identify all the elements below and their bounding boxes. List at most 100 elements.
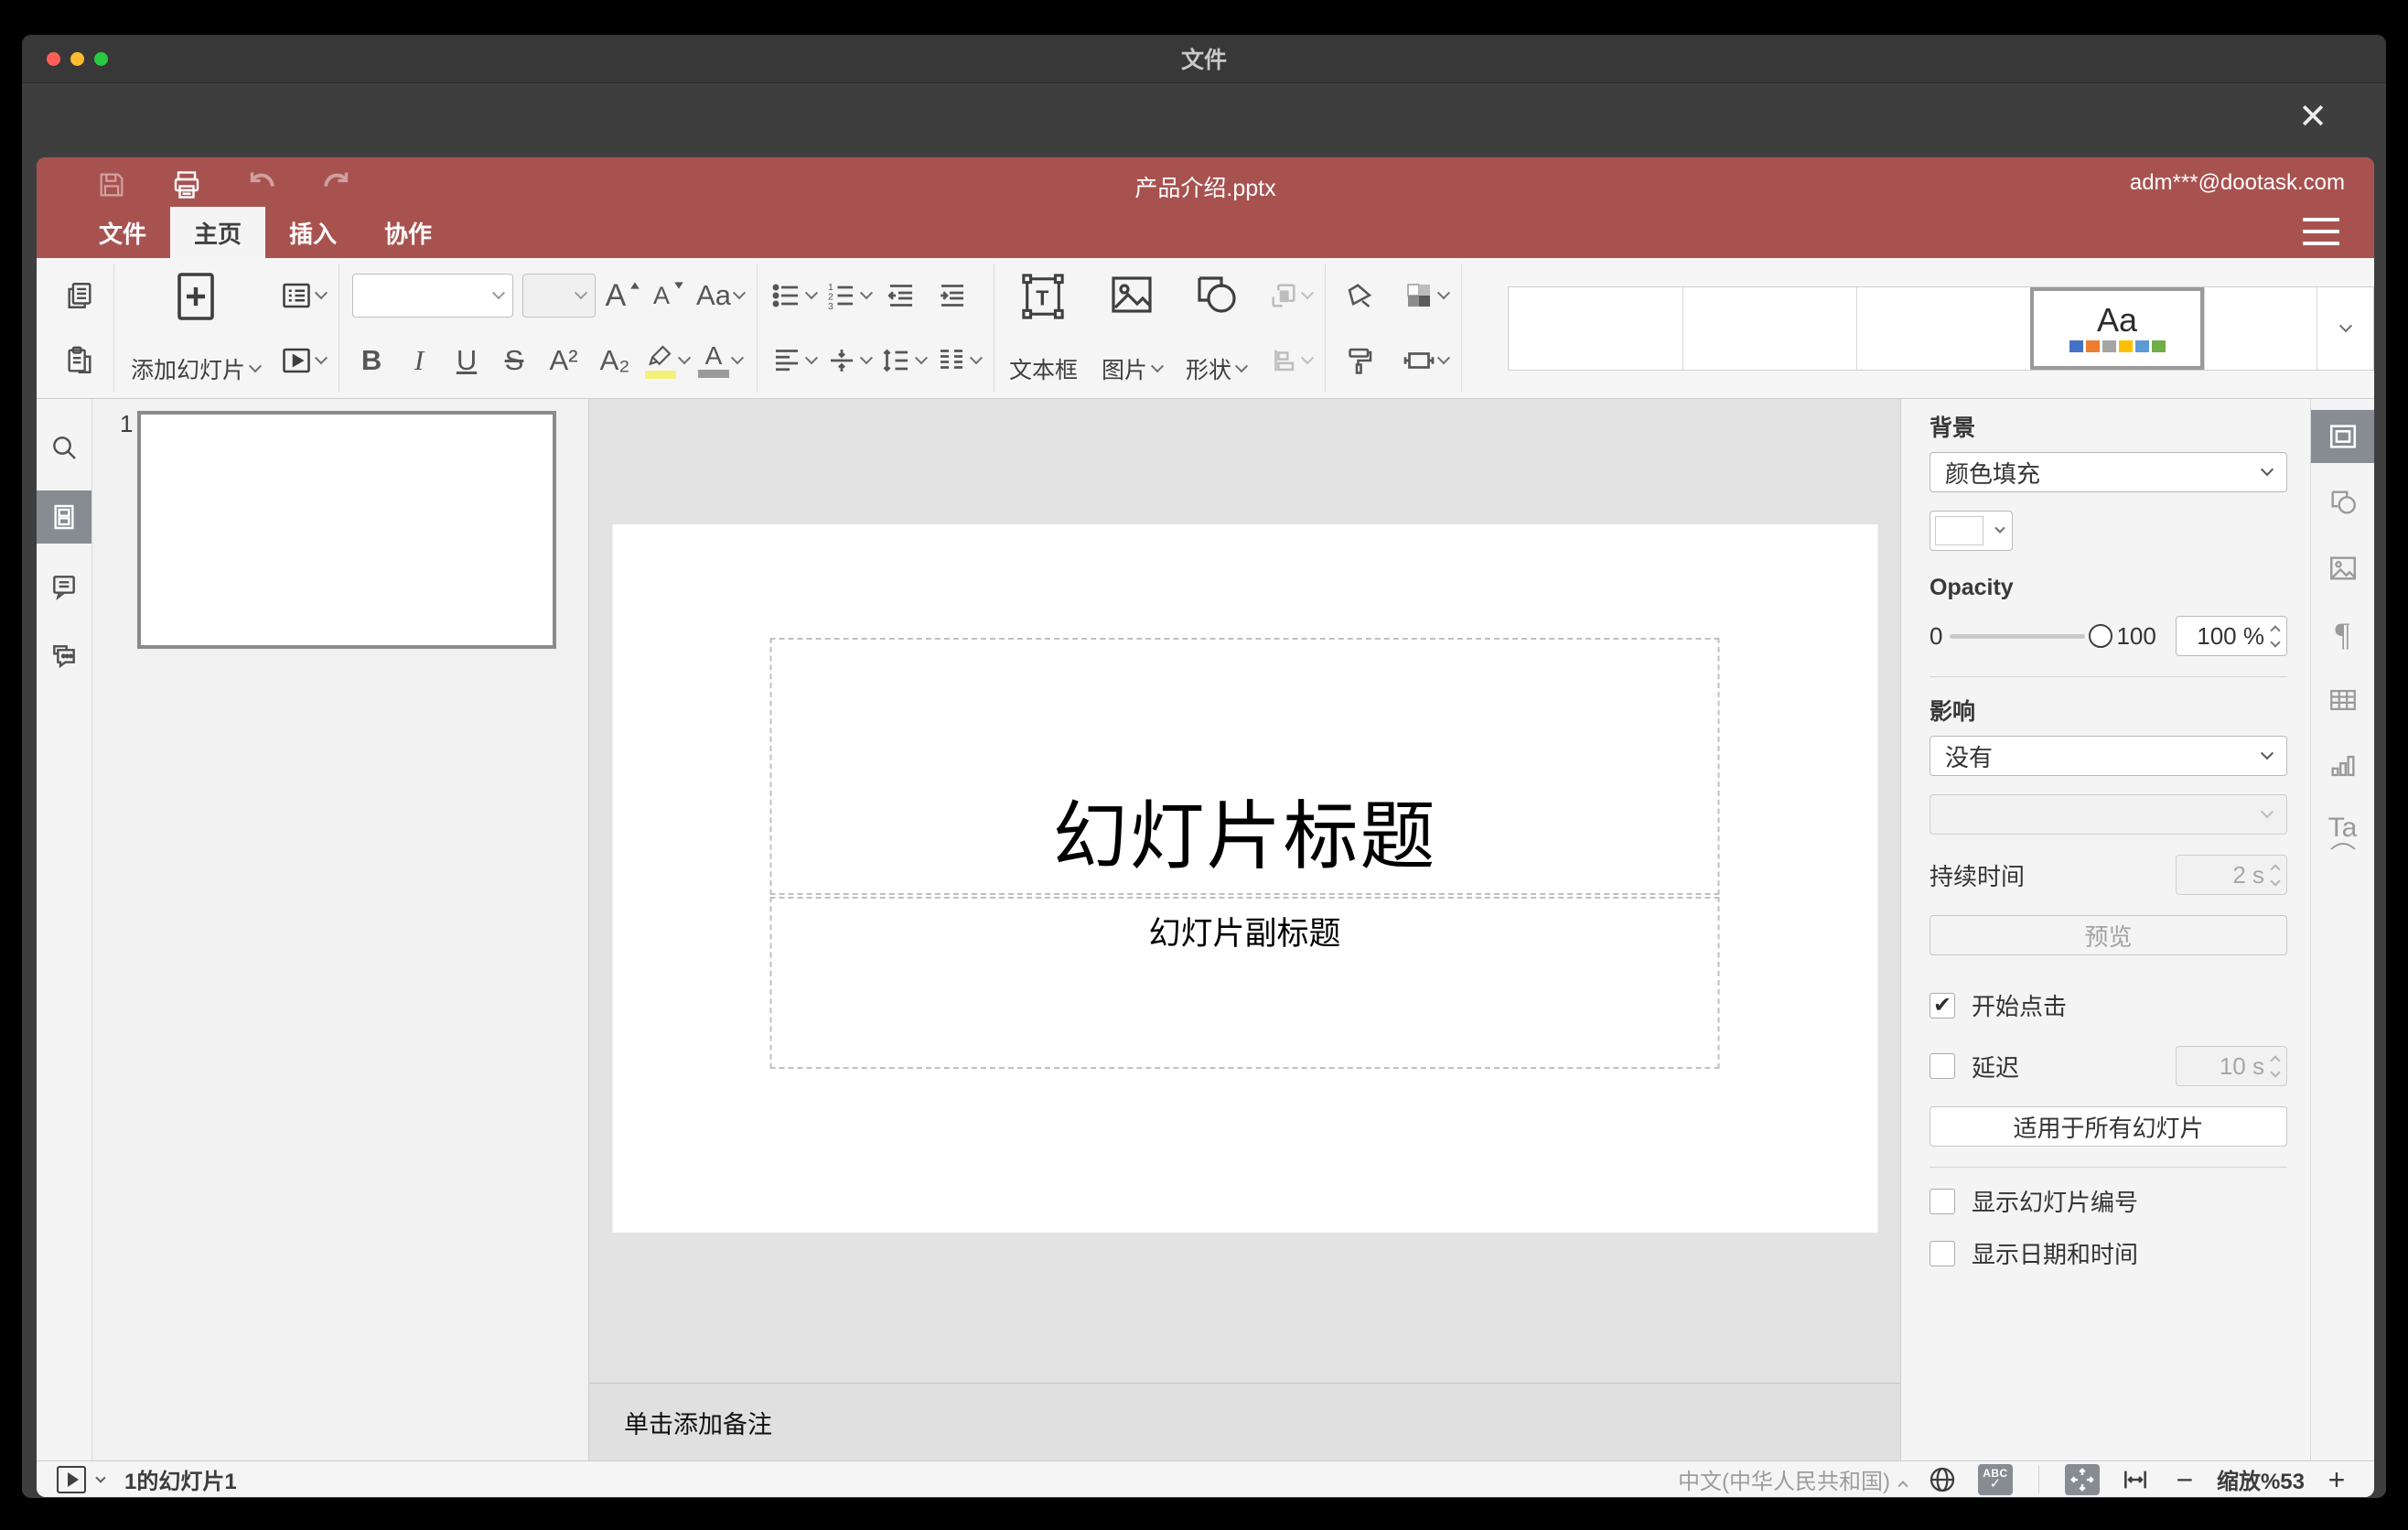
increase-font-icon[interactable]: A bbox=[605, 269, 641, 322]
preview-button[interactable]: 预览 bbox=[1930, 915, 2287, 955]
text-art-settings-tab[interactable]: Ta bbox=[2311, 805, 2374, 858]
spinner-arrows[interactable] bbox=[2270, 1054, 2281, 1078]
search-panel-button[interactable] bbox=[37, 421, 91, 474]
vertical-align-icon[interactable] bbox=[825, 334, 874, 387]
numbered-list-icon[interactable]: 123 bbox=[825, 269, 874, 322]
notes-area[interactable]: 单击添加备注 bbox=[589, 1383, 1900, 1460]
delay-checkbox[interactable] bbox=[1930, 1053, 1955, 1079]
font-color-icon[interactable]: A bbox=[698, 334, 745, 387]
copy-style-icon[interactable] bbox=[1338, 334, 1381, 387]
apply-to-all-slides-button[interactable]: 适用于所有幻灯片 bbox=[1930, 1106, 2287, 1147]
slide-size-icon[interactable] bbox=[1403, 334, 1451, 387]
chevron-down-icon[interactable] bbox=[95, 1471, 106, 1483]
zoom-out-icon[interactable]: − bbox=[2171, 1465, 2198, 1494]
theme-option-blank-2[interactable] bbox=[1682, 286, 1856, 370]
arrange-shape-icon[interactable] bbox=[1268, 269, 1315, 322]
fill-color-dropdown[interactable] bbox=[1988, 512, 2012, 550]
start-slideshow-button[interactable] bbox=[280, 334, 328, 387]
slide[interactable]: 幻灯片标题 幻灯片副标题 bbox=[612, 524, 1877, 1233]
chevron-down-icon bbox=[969, 351, 984, 365]
tab-home[interactable]: 主页 bbox=[170, 207, 266, 258]
decrease-font-icon[interactable]: A bbox=[650, 269, 687, 322]
slides-panel-button[interactable] bbox=[37, 490, 91, 544]
divider bbox=[2037, 1465, 2039, 1493]
horizontal-align-icon[interactable] bbox=[770, 334, 819, 387]
theme-option-blank-3[interactable] bbox=[1856, 286, 2030, 370]
bold-icon[interactable]: B bbox=[352, 334, 391, 387]
subtitle-placeholder[interactable]: 幻灯片副标题 bbox=[769, 897, 1720, 1069]
add-slide-button[interactable]: 添加幻灯片 bbox=[127, 269, 263, 387]
title-placeholder[interactable]: 幻灯片标题 bbox=[769, 638, 1720, 895]
delay-input[interactable]: 10 s bbox=[2176, 1046, 2287, 1086]
opacity-slider-track[interactable] bbox=[1950, 633, 2086, 639]
effect-select[interactable]: 没有 bbox=[1930, 736, 2287, 776]
fill-color-picker[interactable] bbox=[1930, 511, 2013, 551]
show-slide-number-checkbox[interactable] bbox=[1930, 1188, 1955, 1214]
tab-collaboration[interactable]: 协作 bbox=[360, 207, 456, 258]
paragraph-settings-tab[interactable]: ¶ bbox=[2311, 608, 2374, 661]
theme-gallery-expand[interactable] bbox=[2317, 286, 2373, 370]
image-settings-tab[interactable] bbox=[2311, 542, 2374, 595]
theme-option-blank-1[interactable] bbox=[1509, 286, 1682, 370]
show-date-checkbox[interactable] bbox=[1930, 1240, 1955, 1266]
table-settings-tab[interactable] bbox=[2311, 673, 2374, 727]
start-slideshow-status-button[interactable] bbox=[57, 1465, 86, 1493]
superscript-icon[interactable]: A² bbox=[543, 334, 585, 387]
close-icon[interactable]: ✕ bbox=[2298, 100, 2327, 135]
opacity-slider-knob[interactable] bbox=[2089, 624, 2113, 648]
spell-check-icon[interactable]: ABC ✓ bbox=[1977, 1463, 2013, 1495]
duration-input[interactable]: 2 s bbox=[2176, 855, 2287, 895]
font-size-combo[interactable] bbox=[522, 274, 597, 318]
slide-layout-button[interactable] bbox=[280, 269, 328, 322]
main-area: 1 幻灯片标题 幻灯片副标题 单击添加备注 背景 颜色填充 Opacity 0 … bbox=[37, 399, 2374, 1460]
window-title: 文件 bbox=[1180, 48, 1227, 73]
underline-icon[interactable]: U bbox=[447, 334, 486, 387]
fit-to-slide-icon[interactable] bbox=[2064, 1463, 2100, 1495]
opacity-input[interactable]: 100 % bbox=[2176, 616, 2287, 656]
theme-option-blank-4[interactable] bbox=[2204, 286, 2317, 370]
comments-panel-button[interactable] bbox=[37, 560, 91, 613]
copy-icon[interactable] bbox=[59, 269, 101, 322]
insert-shape-button[interactable]: 形状 bbox=[1184, 269, 1249, 387]
language-selector[interactable]: 中文(中华人民共和国) bbox=[1678, 1463, 1908, 1495]
zoom-in-icon[interactable]: + bbox=[2323, 1465, 2350, 1494]
bullet-list-icon[interactable] bbox=[770, 269, 819, 322]
spinner-arrows[interactable] bbox=[2270, 624, 2281, 648]
set-language-icon[interactable] bbox=[1925, 1464, 1960, 1495]
chart-settings-tab[interactable] bbox=[2311, 739, 2374, 792]
show-date-label: 显示日期和时间 bbox=[1972, 1241, 2139, 1268]
fit-to-width-icon[interactable] bbox=[2118, 1464, 2153, 1495]
fill-color-swatch bbox=[1935, 516, 1983, 545]
subscript-icon[interactable]: A₂ bbox=[594, 334, 636, 387]
tab-file[interactable]: 文件 bbox=[75, 207, 170, 258]
decrease-indent-icon[interactable] bbox=[880, 269, 922, 322]
shape-settings-tab[interactable] bbox=[2311, 476, 2374, 529]
slide-canvas[interactable]: 幻灯片标题 幻灯片副标题 bbox=[589, 399, 1900, 1383]
effect-type-select[interactable] bbox=[1930, 794, 2287, 835]
chat-panel-button[interactable] bbox=[37, 630, 91, 683]
highlight-color-icon[interactable] bbox=[645, 334, 692, 387]
menu-icon[interactable] bbox=[2303, 218, 2339, 245]
background-fill-select[interactable]: 颜色填充 bbox=[1930, 452, 2287, 492]
svg-text:T: T bbox=[1037, 286, 1049, 310]
font-name-combo[interactable] bbox=[352, 274, 514, 318]
paste-icon[interactable] bbox=[59, 334, 101, 387]
align-shape-icon[interactable] bbox=[1268, 334, 1315, 387]
slide-thumbnail[interactable] bbox=[137, 411, 556, 649]
strikeout-icon[interactable]: S bbox=[495, 334, 533, 387]
select-tool-icon[interactable] bbox=[1338, 269, 1381, 322]
columns-icon[interactable] bbox=[935, 334, 984, 387]
spinner-arrows[interactable] bbox=[2270, 863, 2281, 887]
tab-insert[interactable]: 插入 bbox=[265, 207, 360, 258]
increase-indent-icon[interactable] bbox=[931, 269, 973, 322]
opacity-slider-row: 0 100 100 % bbox=[1930, 616, 2287, 656]
line-spacing-icon[interactable] bbox=[880, 334, 929, 387]
insert-image-button[interactable]: 图片 bbox=[1100, 269, 1165, 387]
change-case-icon[interactable]: Aa bbox=[696, 269, 747, 322]
text-box-button[interactable]: T 文本框 bbox=[1007, 269, 1080, 387]
start-on-click-checkbox[interactable]: ✔ bbox=[1930, 992, 1955, 1018]
theme-colors-icon[interactable] bbox=[1403, 269, 1451, 322]
italic-icon[interactable]: I bbox=[400, 334, 438, 387]
slide-settings-tab[interactable] bbox=[2311, 410, 2374, 463]
theme-option-selected[interactable]: Aa bbox=[2030, 286, 2204, 370]
